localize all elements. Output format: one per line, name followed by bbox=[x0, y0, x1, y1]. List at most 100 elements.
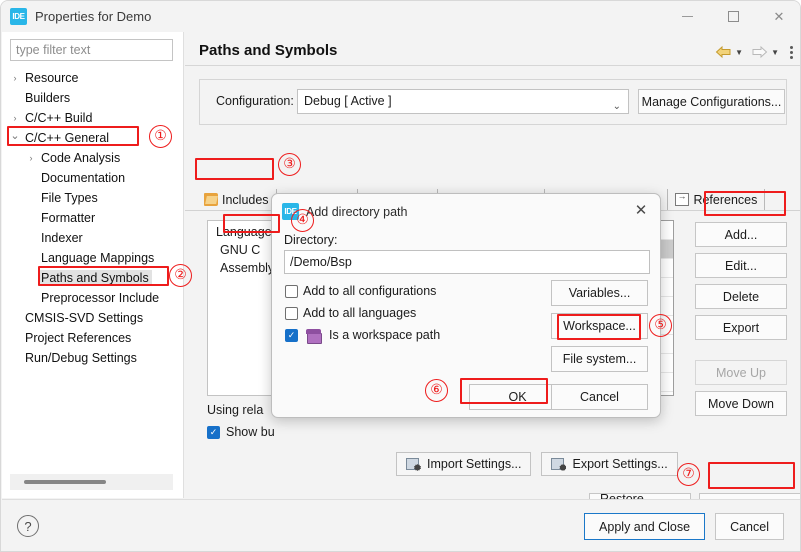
sidebar-item-file-types[interactable]: File Types bbox=[2, 188, 184, 208]
manage-configurations-button[interactable]: Manage Configurations... bbox=[638, 89, 785, 114]
sidebar-item-label: Language Mappings bbox=[41, 251, 155, 265]
relative-paths-note: Using rela bbox=[207, 403, 264, 417]
window-controls: ✕ bbox=[664, 1, 800, 32]
window-title: Properties for Demo bbox=[35, 9, 152, 24]
forward-dropdown-caret-icon[interactable]: ▼ bbox=[771, 48, 779, 57]
include-actions-buttons: Add... Edit... Delete Export Move Up Move Dow… bbox=[695, 222, 787, 422]
chevron-right-icon[interactable]: › bbox=[24, 153, 38, 163]
file-system-button[interactable]: File system... bbox=[551, 346, 648, 372]
delete-button[interactable]: Delete bbox=[695, 284, 787, 309]
move-up-button: Move Up bbox=[695, 360, 787, 385]
sidebar-item-paths-and-symbols[interactable]: Paths and Symbols bbox=[2, 268, 184, 288]
show-builtins-checkbox[interactable]: ✓ Show bu bbox=[207, 425, 275, 439]
apply-and-close-button[interactable]: Apply and Close bbox=[584, 513, 706, 540]
sidebar-item-project-references[interactable]: Project References bbox=[2, 328, 184, 348]
checkbox-checked-icon: ✓ bbox=[207, 425, 220, 439]
tab-includes[interactable]: Includes bbox=[197, 189, 277, 210]
directory-input[interactable]: /Demo/Bsp bbox=[284, 250, 650, 274]
sidebar-item-run-debug-settings[interactable]: Run/Debug Settings bbox=[2, 348, 184, 368]
configuration-select[interactable]: Debug [ Active ] ⌄ bbox=[297, 89, 629, 114]
add-to-all-languages-checkbox[interactable]: Add to all languages bbox=[285, 306, 416, 320]
sidebar-item-c-c-general[interactable]: ⌄ C/C++ General bbox=[2, 128, 184, 148]
dialog-close-icon[interactable]: ✕ bbox=[632, 201, 650, 219]
scrollbar-thumb[interactable] bbox=[24, 480, 106, 484]
sidebar-item-label: Documentation bbox=[41, 171, 126, 185]
dialog-title: Add directory path bbox=[306, 204, 408, 219]
sidebar-item-label: C/C++ General bbox=[25, 131, 110, 145]
tab-label: References bbox=[693, 192, 758, 207]
tab-label: Includes bbox=[222, 192, 269, 207]
show-builtins-label: Show bu bbox=[226, 425, 275, 439]
add-to-all-configurations-checkbox[interactable]: Add to all configurations bbox=[285, 284, 436, 298]
sidebar-item-formatter[interactable]: Formatter bbox=[2, 208, 184, 228]
dialog-footer: ? Apply and Close Cancel bbox=[2, 499, 800, 551]
dialog-title-bar: IDE Add directory path bbox=[282, 203, 407, 220]
sidebar-item-label: Builders bbox=[25, 91, 71, 105]
sidebar-item-label: Indexer bbox=[41, 231, 83, 245]
sidebar-item-resource[interactable]: › Resource bbox=[2, 68, 184, 88]
dialog-side-buttons: Variables... Workspace... File system... bbox=[551, 280, 648, 379]
properties-dialog-window: IDE Properties for Demo ✕ type filter te… bbox=[0, 0, 801, 552]
tab-references[interactable]: References bbox=[668, 189, 766, 210]
import-settings-label: Import Settings... bbox=[427, 457, 522, 471]
checkbox-unchecked-icon bbox=[285, 306, 298, 320]
export-settings-button[interactable]: Export Settings... bbox=[541, 452, 678, 476]
back-arrow-icon[interactable] bbox=[714, 44, 733, 60]
workspace-button[interactable]: Workspace... bbox=[551, 313, 648, 339]
footer-buttons: Apply and Close Cancel bbox=[584, 513, 784, 540]
sidebar-item-preprocessor-include[interactable]: Preprocessor Include bbox=[2, 288, 184, 308]
is-workspace-path-checkbox[interactable]: ✓ Is a workspace path bbox=[285, 328, 440, 344]
sidebar-item-language-mappings[interactable]: Language Mappings bbox=[2, 248, 184, 268]
variables-button[interactable]: Variables... bbox=[551, 280, 648, 306]
export-settings-label: Export Settings... bbox=[572, 457, 668, 471]
sidebar-item-label: Paths and Symbols bbox=[38, 270, 152, 286]
sidebar-item-code-analysis[interactable]: › Code Analysis bbox=[2, 148, 184, 168]
add-to-all-languages-label: Add to all languages bbox=[303, 306, 417, 320]
forward-arrow-icon[interactable] bbox=[750, 44, 769, 60]
sidebar-item-cmsis-svd-settings[interactable]: CMSIS-SVD Settings bbox=[2, 308, 184, 328]
chevron-down-icon: ⌄ bbox=[612, 101, 621, 112]
sidebar-item-builders[interactable]: Builders bbox=[2, 88, 184, 108]
title-bar: IDE Properties for Demo ✕ bbox=[1, 1, 800, 32]
checkbox-unchecked-icon bbox=[285, 284, 298, 298]
sidebar-item-label: Resource bbox=[25, 71, 79, 85]
sidebar-item-label: File Types bbox=[41, 191, 98, 205]
settings-tree: › Resource Builders › C/C++ Build ⌄ C/C++ Gene… bbox=[2, 68, 184, 368]
settings-sidebar: type filter text › Resource Builders › C/C++… bbox=[2, 32, 184, 498]
sidebar-horizontal-scrollbar[interactable] bbox=[10, 474, 173, 490]
export-settings-icon bbox=[551, 457, 566, 471]
import-settings-button[interactable]: Import Settings... bbox=[396, 452, 532, 476]
add-button[interactable]: Add... bbox=[695, 222, 787, 247]
cancel-button[interactable]: Cancel bbox=[715, 513, 784, 540]
chevron-down-icon[interactable]: ⌄ bbox=[8, 130, 22, 142]
sidebar-item-label: Formatter bbox=[41, 211, 96, 225]
minimize-button[interactable] bbox=[664, 1, 710, 32]
help-icon[interactable]: ? bbox=[17, 515, 39, 537]
dialog-cancel-button[interactable]: Cancel bbox=[551, 384, 648, 410]
filter-input[interactable]: type filter text bbox=[10, 39, 173, 61]
sidebar-item-label: C/C++ Build bbox=[25, 111, 93, 125]
workspace-icon bbox=[306, 328, 322, 344]
page-nav-icons: ▼ ▼ bbox=[714, 44, 793, 60]
sidebar-item-indexer[interactable]: Indexer bbox=[2, 228, 184, 248]
sidebar-item-c-c-build[interactable]: › C/C++ Build bbox=[2, 108, 184, 128]
includes-folder-icon bbox=[204, 193, 218, 206]
export-button[interactable]: Export bbox=[695, 315, 787, 340]
add-to-all-configurations-label: Add to all configurations bbox=[303, 284, 437, 298]
maximize-button[interactable] bbox=[710, 1, 756, 32]
title-divider bbox=[185, 65, 800, 66]
sidebar-item-label: Code Analysis bbox=[41, 151, 121, 165]
back-dropdown-caret-icon[interactable]: ▼ bbox=[735, 48, 743, 57]
page-title: Paths and Symbols bbox=[199, 42, 338, 59]
sidebar-item-documentation[interactable]: Documentation bbox=[2, 168, 184, 188]
close-button[interactable]: ✕ bbox=[756, 1, 800, 32]
chevron-right-icon[interactable]: › bbox=[8, 113, 22, 123]
sidebar-item-label: CMSIS-SVD Settings bbox=[25, 311, 144, 325]
settings-io-buttons: Import Settings... Export Settings... bbox=[396, 452, 678, 476]
move-down-button[interactable]: Move Down bbox=[695, 391, 787, 416]
edit-button[interactable]: Edit... bbox=[695, 253, 787, 278]
chevron-right-icon[interactable]: › bbox=[8, 73, 22, 83]
view-menu-icon[interactable] bbox=[790, 45, 793, 59]
configuration-value: Debug [ Active ] bbox=[304, 94, 392, 108]
import-settings-icon bbox=[406, 457, 421, 471]
